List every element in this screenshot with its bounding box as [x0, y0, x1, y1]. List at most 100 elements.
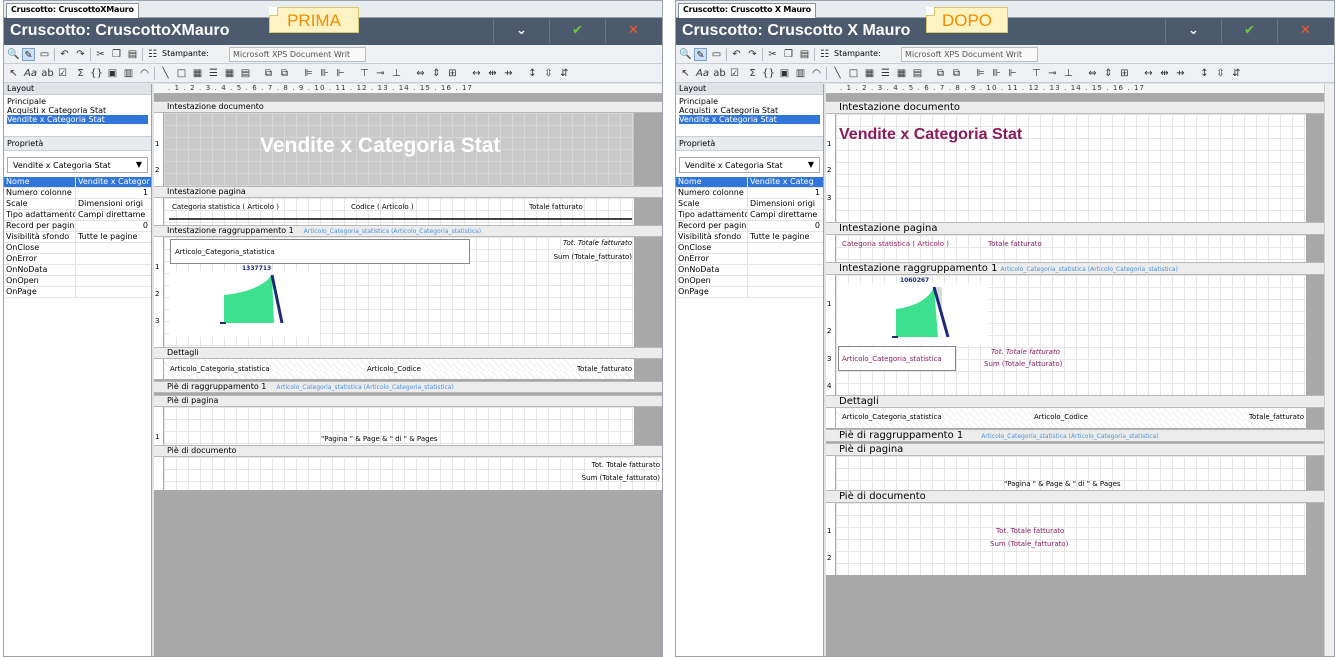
grid-icon[interactable]: ▦ [223, 67, 236, 80]
group-field-box[interactable]: Articolo_Categoria_statistica [838, 346, 956, 371]
rectangle-icon[interactable]: □ [847, 67, 860, 80]
gauge-chart[interactable] [170, 271, 320, 337]
paste-icon[interactable]: ▤ [126, 48, 139, 61]
property-row[interactable]: Visibilità sfondo Tutte le pagine [4, 232, 151, 243]
grid2-icon[interactable]: ▤ [911, 67, 924, 80]
section-document-footer[interactable]: Piè di documento [154, 445, 662, 457]
property-row[interactable]: Nome Vendite x Categor [4, 177, 151, 188]
same-height-icon[interactable]: ⇕ [430, 67, 443, 80]
align-bottom-icon[interactable]: ⊥ [390, 67, 403, 80]
property-value[interactable]: Campi direttame [748, 210, 823, 220]
hspace2-icon[interactable]: ⇹ [486, 67, 499, 80]
column-header-category[interactable]: Categoria statistica ( Articolo ) [842, 240, 949, 248]
section-document-footer[interactable]: Piè di documento [826, 490, 1324, 503]
doc-total-label[interactable]: Tot. Totale fatturato [996, 527, 1064, 535]
dropdown-button[interactable]: ⌄ [1165, 20, 1221, 43]
confirm-button[interactable]: ✔ [1221, 20, 1277, 43]
report-canvas[interactable]: . 1 . 2 . 3 . 4 . 5 . 6 . 7 . 8 . 9 . 10… [826, 84, 1324, 656]
front-icon[interactable]: ⧉ [934, 67, 947, 80]
detail-field-category[interactable]: Articolo_Categoria_statistica [842, 413, 942, 421]
document-header-area[interactable]: Vendite x Categoria Stat [164, 113, 634, 186]
open-icon[interactable]: ▭ [38, 48, 51, 61]
vspace-icon[interactable]: ↕ [526, 67, 539, 80]
chart-icon[interactable]: ▥ [794, 67, 807, 80]
layout-item[interactable]: Acquisti x Categoria Stat [679, 106, 820, 115]
total-label[interactable]: Tot. Totale fatturato [563, 239, 632, 247]
gauge-icon[interactable]: ◠ [138, 67, 151, 80]
property-value[interactable] [76, 243, 151, 253]
design-icon[interactable]: ✎ [694, 48, 707, 61]
property-value[interactable]: 0 [748, 221, 823, 231]
hspace3-icon[interactable]: ⇸ [502, 67, 515, 80]
group-header-area[interactable]: Articolo_Categoria_statistica Tot. Total… [164, 237, 634, 347]
align-right-icon[interactable]: ⊩ [334, 67, 347, 80]
section-group-footer[interactable]: Piè di raggruppamento 1 Articolo_Categori… [154, 381, 662, 393]
vspace2-icon[interactable]: ⇳ [1214, 67, 1227, 80]
hspace2-icon[interactable]: ⇹ [1158, 67, 1171, 80]
copy-icon[interactable]: ❐ [110, 48, 123, 61]
printer-select[interactable]: Microsoft XPS Document Writ [901, 47, 1038, 62]
document-footer-area[interactable]: Tot. Totale fatturato Sum (Totale_fattur… [836, 503, 1306, 575]
section-group-footer[interactable]: Piè di raggruppamento 1 Articolo_Categori… [826, 429, 1324, 442]
layout-item[interactable]: Acquisti x Categoria Stat [7, 106, 148, 115]
rectangle-icon[interactable]: □ [175, 67, 188, 80]
same-size-icon[interactable]: ⊞ [446, 67, 459, 80]
page-footer-area[interactable]: "Pagina " & Page & " di " & Pages [836, 456, 1306, 490]
label-icon[interactable]: Aa [696, 67, 709, 80]
undo-icon[interactable]: ↶ [730, 48, 743, 61]
table-icon[interactable]: ▦ [191, 67, 204, 80]
image-icon[interactable]: ▣ [778, 67, 791, 80]
property-value[interactable] [76, 276, 151, 286]
close-button[interactable]: ✕ [1277, 20, 1333, 43]
group-header-area[interactable]: 1060267 Articolo_Categoria_statistica To… [836, 275, 1306, 395]
layout-item-selected[interactable]: Vendite x Categoria Stat [679, 115, 820, 124]
textbox-icon[interactable]: ab [713, 67, 726, 80]
printer-select[interactable]: Microsoft XPS Document Writ [229, 47, 366, 62]
property-row[interactable]: Numero colonne 1 [676, 188, 823, 199]
doc-sum-field[interactable]: Sum (Totale_fatturato) [582, 474, 660, 482]
hspace-icon[interactable]: ↔ [1142, 67, 1155, 80]
cut-icon[interactable]: ✂ [94, 48, 107, 61]
page-header-area[interactable]: Categoria statistica ( Articolo ) Totale… [836, 235, 1306, 262]
property-row[interactable]: OnError [676, 254, 823, 265]
back-icon[interactable]: ⧉ [278, 67, 291, 80]
property-value[interactable]: Tutte le pagine [748, 232, 823, 242]
detail-field-total[interactable]: Totale_fatturato [577, 365, 632, 373]
property-row[interactable]: OnPage [4, 287, 151, 298]
section-document-header[interactable]: Intestazione documento [826, 101, 1324, 114]
divider-line[interactable] [169, 218, 632, 220]
align-middle-icon[interactable]: ⊸ [374, 67, 387, 80]
same-width-icon[interactable]: ⇔ [414, 67, 427, 80]
property-row[interactable]: Scale Dimensioni origi [676, 199, 823, 210]
property-value[interactable]: Vendite x Categ [748, 177, 823, 187]
window-tab[interactable]: Cruscotto: Cruscotto X Mauro [678, 3, 816, 18]
vspace3-icon[interactable]: ⇵ [1230, 67, 1243, 80]
section-page-header[interactable]: Intestazione pagina [826, 222, 1324, 235]
property-row[interactable]: Visibilità sfondo Tutte le pagine [676, 232, 823, 243]
redo-icon[interactable]: ↷ [74, 48, 87, 61]
chart-icon[interactable]: ▥ [122, 67, 135, 80]
section-page-footer[interactable]: Piè di pagina [826, 443, 1324, 456]
align-middle-icon[interactable]: ⊸ [1046, 67, 1059, 80]
column-header-total[interactable]: Totale fatturato [529, 203, 583, 211]
vspace3-icon[interactable]: ⇵ [558, 67, 571, 80]
property-value[interactable]: 1 [748, 188, 823, 198]
report-title[interactable]: Vendite x Categoria Stat [260, 134, 500, 158]
label-icon[interactable]: Aa [24, 67, 37, 80]
property-row[interactable]: Numero colonne 1 [4, 188, 151, 199]
section-details[interactable]: Dettagli [826, 395, 1324, 408]
details-area[interactable]: Articolo_Categoria_statistica Articolo_C… [836, 408, 1306, 428]
section-group-header[interactable]: Intestazione raggruppamento 1 Articolo_Ca… [826, 262, 1324, 275]
page-footer-area[interactable]: "Pagina " & Page & " di " & Pages [164, 407, 634, 445]
align-center-icon[interactable]: ⊪ [318, 67, 331, 80]
grid2-icon[interactable]: ▤ [239, 67, 252, 80]
list-icon[interactable]: ☰ [207, 67, 220, 80]
cut-icon[interactable]: ✂ [766, 48, 779, 61]
column-header-category[interactable]: Categoria statistica ( Articolo ) [172, 203, 279, 211]
vspace-icon[interactable]: ↕ [1198, 67, 1211, 80]
line-icon[interactable]: ╲ [159, 67, 172, 80]
align-bottom-icon[interactable]: ⊥ [1062, 67, 1075, 80]
align-right-icon[interactable]: ⊩ [1006, 67, 1019, 80]
align-top-icon[interactable]: ⊤ [358, 67, 371, 80]
property-row[interactable]: Tipo adattamento cCampi direttame [676, 210, 823, 221]
